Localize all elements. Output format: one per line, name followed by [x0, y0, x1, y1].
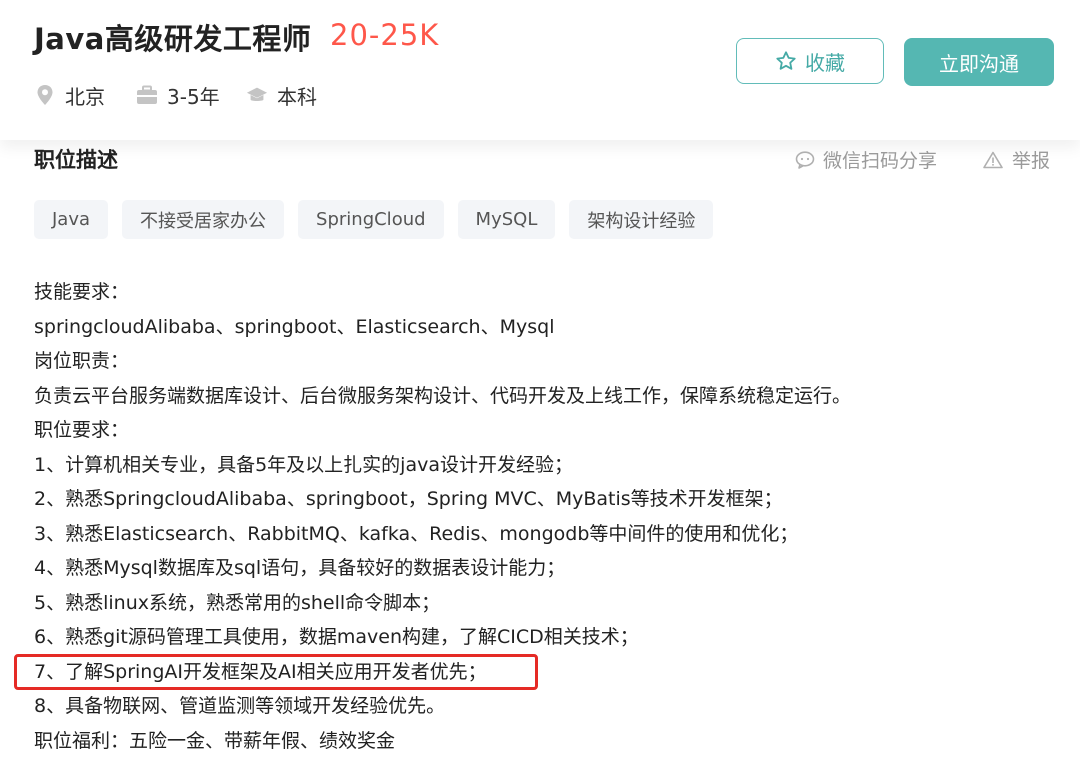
salary: 20-25K — [330, 18, 440, 52]
chat-bubble-icon — [795, 150, 815, 169]
requirement-item-highlighted: 7、了解SpringAI开发框架及AI相关应用开发者优先； — [34, 660, 487, 683]
benefits-text: 职位福利：五险一金、带薪年假、绩效奖金 — [34, 729, 396, 752]
requirement-item: 8、具备物联网、管道监测等领域开发经验优先。 — [34, 695, 446, 717]
city-text: 北京 — [65, 84, 105, 109]
job-header: Java高级研发工程师 20-25K 北京 3-5年 本科 收藏 立即沟通 — [0, 0, 1080, 140]
duties-text: 负责云平台服务端数据库设计、后台微服务架构设计、代码开发及上线工作，保障系统稳定… — [34, 384, 852, 407]
share-label: 微信扫码分享 — [823, 150, 938, 172]
requirement-item: 5、熟悉linux系统，熟悉常用的shell命令脚本； — [34, 591, 441, 614]
requirement-item: 3、熟悉Elasticsearch、RabbitMQ、kafka、Redis、m… — [34, 522, 799, 545]
meta-city: 北京 — [34, 80, 105, 110]
warning-icon — [983, 151, 1003, 169]
favorite-button[interactable]: 收藏 — [736, 38, 884, 84]
tag-no-remote: 不接受居家办公 — [122, 200, 285, 239]
skills-heading: 技能要求： — [34, 281, 130, 303]
wechat-share-link[interactable]: 微信扫码分享 — [795, 146, 937, 173]
meta-education: 本科 — [246, 80, 317, 110]
section-title: 职位描述 — [34, 148, 118, 172]
requirement-item: 1、计算机相关专业，具备5年及以上扎实的java设计开发经验； — [34, 453, 573, 476]
briefcase-icon — [136, 84, 158, 106]
graduation-cap-icon — [246, 84, 268, 106]
location-pin-icon — [34, 84, 56, 106]
requirements-heading: 职位要求： — [34, 419, 130, 441]
tag-mysql: MySQL — [457, 200, 556, 239]
education-text: 本科 — [277, 84, 317, 109]
favorite-label: 收藏 — [805, 50, 845, 75]
chat-now-button[interactable]: 立即沟通 — [904, 38, 1054, 86]
job-title: Java高级研发工程师 — [34, 22, 312, 56]
star-icon — [775, 50, 797, 72]
requirement-item: 6、熟悉git源码管理工具使用，数据maven构建，了解CICD相关技术； — [34, 626, 639, 648]
meta-experience: 3-5年 — [136, 80, 220, 110]
tag-architecture: 架构设计经验 — [569, 200, 714, 239]
job-description: 技能要求： springcloudAlibaba、springboot、Elas… — [34, 275, 1054, 758]
experience-text: 3-5年 — [167, 84, 220, 109]
report-label: 举报 — [1012, 150, 1051, 172]
duties-heading: 岗位职责： — [34, 350, 130, 372]
requirement-item: 4、熟悉Mysql数据库及sql语句，具备较好的数据表设计能力； — [34, 557, 566, 579]
report-link[interactable]: 举报 — [983, 146, 1050, 173]
skills-text: springcloudAlibaba、springboot、Elasticsea… — [34, 315, 555, 338]
tag-java: Java — [34, 200, 109, 239]
job-tags: Java 不接受居家办公 SpringCloud MySQL 架构设计经验 — [34, 200, 714, 239]
tag-springcloud: SpringCloud — [298, 200, 444, 239]
requirement-item: 2、熟悉SpringcloudAlibaba、springboot，Spring… — [34, 488, 783, 510]
